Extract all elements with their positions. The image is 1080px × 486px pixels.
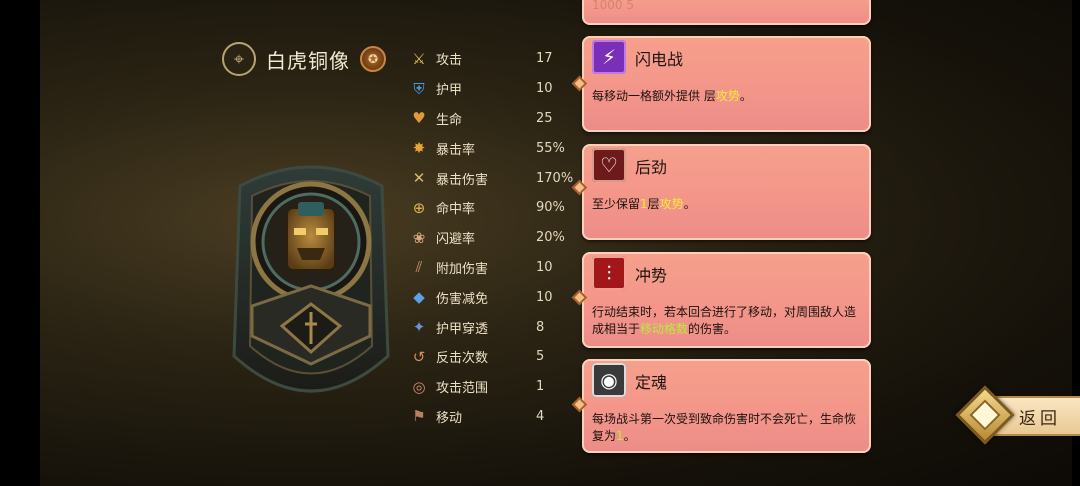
unit-name: 白虎铜像 xyxy=(266,48,350,73)
stat-value: 20% xyxy=(536,230,565,246)
skill-name: 闪电战 xyxy=(635,50,684,69)
move-icon: ⚑ xyxy=(412,407,426,426)
stat-value: 8 xyxy=(536,319,545,335)
stat-value: 17 xyxy=(536,51,553,67)
skill-name: 冲势 xyxy=(635,266,668,285)
stat-label: 命中率 xyxy=(436,202,476,218)
stat-value: 170% xyxy=(536,170,574,186)
stat-label: 附加伤害 xyxy=(436,261,489,277)
stat-label: 反击次数 xyxy=(436,351,489,367)
stats-panel: ⚔ 攻击 17 ⛨ 护甲 10 ♥ 生命 25 ✸ 暴击率 55% ✕ 暴击伤害… xyxy=(408,44,578,431)
stat-label: 生命 xyxy=(436,112,463,128)
stat-row-counter: ↺ 反击次数 5 xyxy=(408,342,578,372)
rank-badge-icon: ✪ xyxy=(360,46,386,72)
stat-row-crit-rate: ✸ 暴击率 55% xyxy=(408,133,578,163)
accuracy-icon: ⊕ xyxy=(412,198,426,217)
heart-icon: ♥ xyxy=(412,109,426,128)
stat-value: 90% xyxy=(536,200,565,216)
stat-label: 暴击伤害 xyxy=(436,172,489,188)
skill-partial-text: 1000 5 xyxy=(592,0,634,12)
stat-row-armor-pierce: ✦ 护甲穿透 8 xyxy=(408,312,578,342)
armor-pierce-icon: ✦ xyxy=(412,318,426,337)
unit-title-row: ⌖ 白虎铜像 ✪ xyxy=(222,42,386,76)
stat-row-armor: ⛨ 护甲 10 xyxy=(408,74,578,104)
crit-rate-icon: ✸ xyxy=(412,139,426,158)
stat-label: 攻击 xyxy=(436,53,463,69)
counter-icon: ↺ xyxy=(412,347,426,366)
skill-card-aftershock[interactable]: ♡ 后劲 至少保留1层攻势。 xyxy=(571,144,871,240)
skill-description: 行动结束时，若本回合进行了移动，对周围敌人造成相当于移动格数的伤害。 xyxy=(592,305,857,336)
dodge-icon: ❀ xyxy=(412,228,426,247)
stat-value: 10 xyxy=(536,81,553,97)
stat-value: 55% xyxy=(536,140,565,156)
stat-value: 4 xyxy=(536,408,545,424)
stat-label: 护甲 xyxy=(436,83,463,99)
back-emblem-inner xyxy=(969,399,1001,431)
stat-row-hp: ♥ 生命 25 xyxy=(408,104,578,134)
skill-card-partial[interactable]: 1000 5 xyxy=(582,0,871,25)
lightning-icon: ⚡ xyxy=(592,40,626,74)
stat-row-range: ◎ 攻击范围 1 xyxy=(408,372,578,402)
skill-card-momentum[interactable]: ⫶ 冲势 行动结束时，若本回合进行了移动，对周围敌人造成相当于移动格数的伤害。 xyxy=(571,252,871,348)
skill-name: 后劲 xyxy=(635,158,668,177)
soul-anchor-icon: ◉ xyxy=(592,363,626,397)
stat-label: 移动 xyxy=(436,410,463,426)
skill-card-soul-anchor[interactable]: ◉ 定魂 每场战斗第一次受到致命伤害时不会死亡，生命恢复为1。 xyxy=(571,359,871,453)
stat-label: 暴击率 xyxy=(436,142,476,158)
attack-icon: ⚔ xyxy=(412,49,426,68)
stat-value: 10 xyxy=(536,289,553,305)
skill-name: 定魂 xyxy=(635,373,668,392)
stat-value: 5 xyxy=(536,349,545,365)
momentum-icon: ⫶ xyxy=(592,256,626,290)
skill-description: 每场战斗第一次受到致命伤害时不会死亡，生命恢复为1。 xyxy=(592,412,857,443)
screen-edge-left xyxy=(0,0,40,486)
skill-description: 至少保留1层攻势。 xyxy=(592,197,696,211)
stat-label: 闪避率 xyxy=(436,232,476,248)
stat-value: 10 xyxy=(536,259,553,275)
stat-row-bonus-damage: ⫽ 附加伤害 10 xyxy=(408,253,578,283)
stat-row-attack: ⚔ 攻击 17 xyxy=(408,44,578,74)
stat-label: 护甲穿透 xyxy=(436,321,489,337)
unit-portrait xyxy=(232,156,390,418)
stat-row-accuracy: ⊕ 命中率 90% xyxy=(408,193,578,223)
stat-label: 伤害减免 xyxy=(436,291,489,307)
stat-row-crit-damage: ✕ 暴击伤害 170% xyxy=(408,163,578,193)
stat-value: 25 xyxy=(536,110,553,126)
back-button[interactable]: 返回 xyxy=(955,385,1080,445)
stat-row-damage-reduction: ◆ 伤害减免 10 xyxy=(408,282,578,312)
crit-damage-icon: ✕ xyxy=(412,169,426,188)
stat-row-move: ⚑ 移动 4 xyxy=(408,402,578,432)
bonus-damage-icon: ⫽ xyxy=(415,258,423,277)
skill-description: 每移动一格额外提供 层攻势。 xyxy=(592,89,752,103)
range-icon: ◎ xyxy=(412,377,426,396)
compass-icon: ⌖ xyxy=(222,42,256,76)
stat-row-dodge: ❀ 闪避率 20% xyxy=(408,223,578,253)
skill-card-blitz[interactable]: ⚡ 闪电战 每移动一格额外提供 层攻势。 xyxy=(571,36,871,132)
stat-value: 1 xyxy=(536,379,545,395)
damage-reduction-icon: ◆ xyxy=(413,288,425,307)
back-button-label: 返回 xyxy=(1019,409,1061,429)
aftershock-icon: ♡ xyxy=(592,148,626,182)
armor-icon: ⛨ xyxy=(413,79,425,98)
stat-label: 攻击范围 xyxy=(436,381,489,397)
